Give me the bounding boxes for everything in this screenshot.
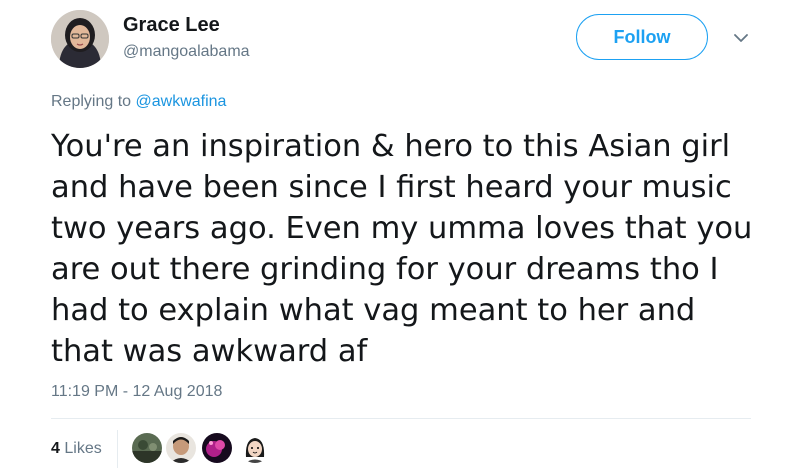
tweet-text: You're an inspiration & hero to this Asi…	[51, 126, 781, 372]
tweet-text-line: that was awkward af	[51, 334, 368, 369]
liker-avatar-3-icon	[202, 433, 232, 463]
author-avatar[interactable]	[51, 10, 109, 68]
reply-mention-link[interactable]: @awkwafina	[136, 93, 227, 110]
author-display-name[interactable]: Grace Lee	[123, 14, 220, 37]
tweet-text-line: You're an inspiration & hero to this Asi…	[51, 129, 731, 164]
liker-avatar[interactable]	[132, 433, 162, 463]
divider	[51, 418, 751, 419]
stats-separator	[117, 430, 118, 468]
reply-context: Replying to @awkwafina	[51, 93, 226, 111]
author-handle[interactable]: @mangoalabama	[123, 43, 250, 61]
tweet-text-line: and have been since I first heard your m…	[51, 170, 732, 205]
follow-button[interactable]: Follow	[576, 14, 708, 60]
likes-count: 4	[51, 440, 60, 457]
chevron-down-icon	[734, 33, 748, 42]
reply-context-label: Replying to	[51, 93, 132, 110]
liker-avatar-4-icon	[240, 433, 270, 463]
liker-avatar-2-icon	[166, 433, 196, 463]
tweet-text-line: are out there grinding for your dreams t…	[51, 252, 719, 287]
liker-avatar[interactable]	[240, 433, 270, 463]
tweet-menu-button[interactable]	[730, 27, 752, 49]
liker-avatar-1-icon	[132, 433, 162, 463]
tweet-text-line: had to explain what vag meant to her and	[51, 293, 696, 328]
liker-avatar[interactable]	[202, 433, 232, 463]
likes-stat[interactable]: 4 Likes	[51, 440, 102, 458]
tweet-text-line: two years ago. Even my umma loves that y…	[51, 211, 753, 246]
likes-label: Likes	[64, 440, 102, 457]
user-avatar-photo-icon	[51, 10, 109, 68]
liker-avatar[interactable]	[166, 433, 196, 463]
tweet-timestamp[interactable]: 11:19 PM - 12 Aug 2018	[51, 383, 222, 401]
tweet-card: Grace Lee @mangoalabama Follow Replying …	[0, 0, 800, 475]
